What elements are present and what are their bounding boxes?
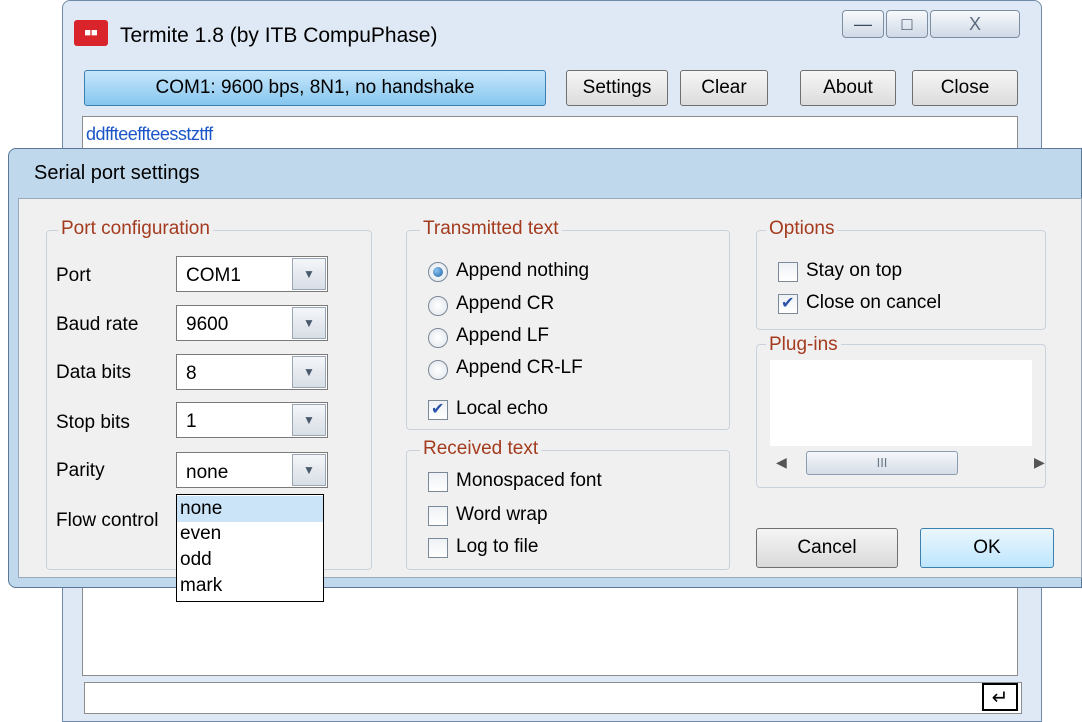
send-input[interactable]: [84, 682, 1022, 714]
chevron-down-icon[interactable]: ▼: [292, 307, 326, 339]
append-nothing-label: Append nothing: [456, 260, 590, 281]
chevron-down-icon[interactable]: ▼: [292, 404, 326, 436]
minimize-icon: —: [854, 13, 872, 34]
terminal-text: ddffteeffteesstztff: [86, 124, 213, 144]
received-group: [406, 450, 730, 570]
append-cr-label: Append CR: [456, 293, 555, 314]
close-icon: X: [968, 13, 981, 34]
stop-bits-label: Stop bits: [56, 412, 130, 433]
maximize-icon: □: [901, 13, 913, 34]
data-bits-label: Data bits: [56, 362, 131, 383]
append-lf-radio[interactable]: [428, 328, 448, 348]
transmitted-heading: Transmitted text: [420, 218, 562, 240]
append-crlf-radio[interactable]: [428, 360, 448, 380]
port-config-heading: Port configuration: [58, 218, 213, 240]
monospaced-checkbox[interactable]: [428, 472, 448, 492]
append-crlf-label: Append CR-LF: [456, 357, 583, 378]
stay-on-top-checkbox[interactable]: [778, 262, 798, 282]
port-status-button[interactable]: COM1: 9600 bps, 8N1, no handshake: [84, 70, 546, 106]
close-on-cancel-label: Close on cancel: [806, 292, 942, 313]
ok-button[interactable]: OK: [920, 528, 1054, 568]
monospaced-label: Monospaced font: [456, 470, 602, 491]
chevron-down-icon[interactable]: ▼: [292, 356, 326, 388]
data-bits-value: 8: [186, 363, 197, 384]
parity-option-none[interactable]: none: [180, 498, 222, 520]
plugins-list[interactable]: [770, 360, 1032, 446]
parity-value: none: [186, 462, 229, 483]
baud-rate-value: 9600: [186, 314, 229, 335]
scroll-right-icon[interactable]: ▶: [1034, 454, 1045, 471]
parity-option-even[interactable]: even: [180, 523, 221, 545]
minimize-button[interactable]: —: [842, 10, 884, 38]
word-wrap-checkbox[interactable]: [428, 506, 448, 526]
append-lf-label: Append LF: [456, 325, 549, 346]
stay-on-top-label: Stay on top: [806, 260, 903, 281]
chevron-down-icon[interactable]: ▼: [292, 454, 326, 486]
scroll-thumb[interactable]: III: [806, 451, 958, 475]
log-to-file-checkbox[interactable]: [428, 538, 448, 558]
close-button[interactable]: Close: [912, 70, 1018, 106]
scroll-left-icon[interactable]: ◀: [776, 454, 787, 471]
window-title: Termite 1.8 (by ITB CompuPhase): [120, 24, 438, 47]
parity-option-odd[interactable]: odd: [180, 549, 212, 571]
clear-button[interactable]: Clear: [680, 70, 768, 106]
options-heading: Options: [766, 218, 838, 240]
maximize-button[interactable]: □: [886, 10, 928, 38]
log-to-file-label: Log to file: [456, 536, 539, 557]
port-label: Port: [56, 265, 91, 286]
parity-option-mark[interactable]: mark: [180, 575, 222, 597]
local-echo-label: Local echo: [456, 398, 548, 419]
stop-bits-value: 1: [186, 411, 197, 432]
flow-control-label: Flow control: [56, 510, 159, 531]
append-cr-radio[interactable]: [428, 296, 448, 316]
baud-rate-label: Baud rate: [56, 314, 139, 335]
append-nothing-radio[interactable]: [428, 262, 448, 282]
cancel-button[interactable]: Cancel: [756, 528, 898, 568]
chevron-down-icon[interactable]: ▼: [292, 258, 326, 290]
received-heading: Received text: [420, 438, 542, 460]
plugins-heading: Plug-ins: [766, 334, 841, 356]
about-button[interactable]: About: [800, 70, 896, 106]
word-wrap-label: Word wrap: [456, 504, 548, 525]
send-button[interactable]: ↵: [982, 683, 1018, 711]
local-echo-checkbox[interactable]: [428, 399, 448, 420]
port-value: COM1: [186, 265, 241, 286]
enter-icon: ↵: [991, 686, 1009, 709]
dialog-title: Serial port settings: [34, 162, 200, 184]
close-on-cancel-checkbox[interactable]: [778, 293, 798, 314]
parity-label: Parity: [56, 460, 105, 481]
settings-button[interactable]: Settings: [566, 70, 668, 106]
window-close-button[interactable]: X: [930, 10, 1020, 38]
app-icon: ■■: [74, 20, 108, 46]
